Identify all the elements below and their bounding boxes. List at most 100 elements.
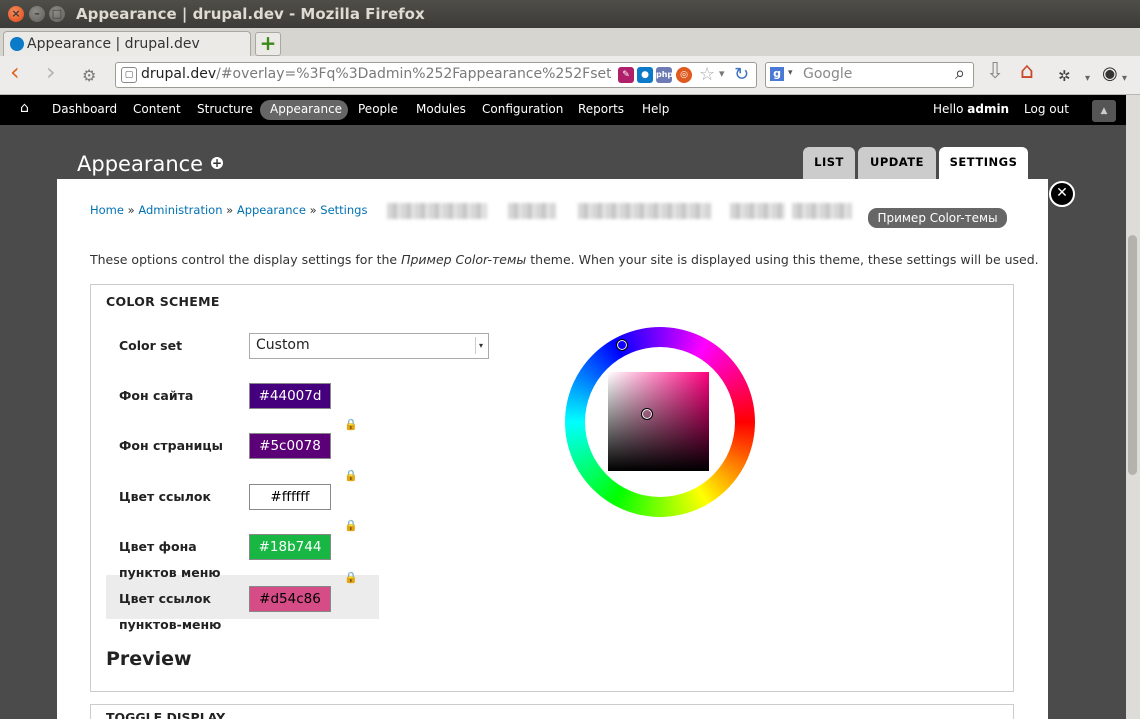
field-label-link-color: Цвет ссылок — [119, 489, 211, 504]
username-link[interactable]: admin — [967, 102, 1009, 116]
toolbar-item-reports[interactable]: Reports — [578, 102, 624, 116]
color-set-label: Color set — [119, 338, 183, 353]
toggle-display-legend: TOGGLE DISPLAY — [106, 710, 226, 719]
toolbar-hello-user: Hello admin — [933, 102, 1009, 116]
window-close-button[interactable]: × — [8, 6, 24, 22]
lock-icon[interactable]: 🔒 — [344, 469, 358, 483]
theme-tab-blurred[interactable] — [730, 203, 785, 219]
theme-tab-blurred[interactable] — [508, 203, 556, 219]
browser-tab-active[interactable]: Appearance | drupal.dev — [3, 31, 251, 57]
settings-description: These options control the display settin… — [90, 252, 1039, 267]
lock-icon[interactable]: 🔒 — [344, 571, 358, 585]
toolbar-item-content[interactable]: Content — [133, 102, 181, 116]
color-scheme-legend: COLOR SCHEME — [106, 294, 220, 309]
description-text: theme. When your site is displayed using… — [526, 252, 1039, 267]
breadcrumb-separator: » — [127, 203, 135, 217]
breadcrumb-appearance[interactable]: Appearance — [237, 203, 306, 217]
lock-icon[interactable]: 🔒 — [344, 519, 358, 533]
site-identity-icon[interactable]: ⚙ — [82, 66, 96, 86]
color-field-site-bg[interactable]: #44007d — [249, 383, 331, 409]
color-field-menu-link[interactable]: #d54c86 — [249, 586, 331, 612]
breadcrumb-home[interactable]: Home — [90, 203, 124, 217]
search-engine-dropdown-icon[interactable]: ▾ — [788, 68, 793, 78]
scrollbar-thumb[interactable] — [1128, 235, 1137, 475]
overlay-close-button[interactable]: ✕ — [1049, 181, 1075, 207]
new-tab-button[interactable]: + — [255, 32, 281, 56]
toolbar-item-modules[interactable]: Modules — [416, 102, 466, 116]
field-label-menu-link: Цвет ссылок пунктов-меню — [119, 591, 222, 632]
color-field-page-bg[interactable]: #5c0078 — [249, 433, 331, 459]
page-viewport: ⌂ Dashboard Content Structure Appearance… — [0, 95, 1126, 719]
drupal-favicon-icon — [10, 37, 24, 51]
color-field-link-color[interactable]: #ffffff — [249, 484, 331, 510]
theme-tab-blurred[interactable] — [387, 203, 487, 219]
theme-tab-blurred[interactable] — [578, 203, 711, 219]
forward-icon[interactable]: › — [46, 60, 56, 84]
window-title: Appearance | drupal.dev - Mozilla Firefo… — [76, 5, 425, 23]
tab-list[interactable]: LIST — [803, 147, 855, 179]
url-input[interactable]: drupal.dev/#overlay=%3Fq%3Dadmin%252Fapp… — [141, 66, 611, 82]
breadcrumb-administration[interactable]: Administration — [138, 203, 222, 217]
toggle-display-fieldset: TOGGLE DISPLAY — [90, 704, 1014, 719]
page-icon: ▢ — [121, 67, 137, 83]
select-arrow-icon: ▾ — [475, 337, 486, 354]
window-maximize-button[interactable]: □ — [49, 6, 65, 22]
browser-tabstrip: Appearance | drupal.dev + — [0, 28, 1140, 57]
breadcrumb: Home » Administration » Appearance » Set… — [90, 203, 367, 217]
php-addon-icon[interactable]: php — [656, 67, 673, 83]
hue-picker-handle[interactable] — [616, 339, 628, 351]
bookmark-star-icon[interactable]: ☆ — [699, 64, 715, 85]
window-titlebar: × – □ Appearance | drupal.dev - Mozilla … — [0, 0, 1140, 28]
toolbar-item-structure[interactable]: Structure — [197, 102, 253, 116]
color-set-select[interactable]: Custom ▾ — [249, 333, 489, 359]
search-bar[interactable]: g ▾ Google ⌕ — [765, 62, 974, 88]
add-shortcut-icon[interactable]: + — [211, 157, 223, 169]
download-icon[interactable]: ⇩ — [986, 61, 1004, 83]
drupal-addon-icon[interactable]: ● — [637, 67, 653, 83]
saturation-value-square[interactable] — [608, 372, 709, 471]
url-bar[interactable]: ▢ drupal.dev/#overlay=%3Fq%3Dadmin%252Fa… — [115, 62, 757, 88]
addon-dropdown-icon[interactable]: ▾ — [1122, 69, 1127, 89]
back-icon[interactable]: ‹ — [10, 60, 20, 84]
tab-settings[interactable]: SETTINGS — [939, 147, 1028, 179]
vertical-scrollbar[interactable] — [1126, 95, 1140, 719]
reload-icon[interactable]: ↻ — [734, 64, 749, 85]
toolbar-home-icon[interactable]: ⌂ — [20, 100, 29, 116]
overlay-content-panel: Home » Administration » Appearance » Set… — [57, 179, 1048, 719]
color-field-menu-bg[interactable]: #18b744 — [249, 534, 331, 560]
toolbar-item-appearance[interactable]: Appearance — [270, 102, 342, 116]
active-theme-tab[interactable]: Пример Color-темы — [868, 208, 1007, 228]
url-history-dropdown-icon[interactable]: ▾ — [719, 67, 725, 80]
sv-picker-handle[interactable] — [641, 408, 653, 420]
shortcuts-toggle-button[interactable]: ▲ — [1092, 100, 1116, 122]
colorpicker-addon-icon[interactable]: ◉ — [1102, 64, 1118, 84]
color-scheme-fieldset: COLOR SCHEME Color set Custom ▾ Фон сайт… — [90, 284, 1014, 692]
breadcrumb-settings[interactable]: Settings — [320, 203, 367, 217]
toolbar-item-configuration[interactable]: Configuration — [482, 102, 563, 116]
feather-addon-icon[interactable]: ✎ — [618, 67, 634, 83]
field-label-menu-bg: Цвет фона пунктов меню — [119, 539, 221, 580]
drupal-admin-toolbar: ⌂ Dashboard Content Structure Appearance… — [0, 95, 1126, 125]
google-engine-icon[interactable]: g — [770, 67, 784, 81]
overlay-page-title: Appearance — [77, 152, 204, 176]
extension-icon[interactable]: ✲ — [1058, 66, 1071, 86]
color-set-value: Custom — [256, 337, 310, 353]
breadcrumb-separator: » — [309, 203, 317, 217]
toolbar-item-people[interactable]: People — [358, 102, 398, 116]
field-label-page-bg: Фон страницы — [119, 438, 223, 453]
window-minimize-button[interactable]: – — [29, 6, 45, 22]
hello-text: Hello — [933, 102, 964, 116]
browser-tab-title: Appearance | drupal.dev — [27, 36, 200, 52]
theme-tab-blurred[interactable] — [792, 203, 852, 219]
tab-update[interactable]: UPDATE — [858, 147, 936, 179]
toolbar-logout-link[interactable]: Log out — [1024, 102, 1069, 116]
search-input[interactable]: Google — [803, 66, 852, 82]
extension-dropdown-icon[interactable]: ▾ — [1085, 69, 1090, 89]
lock-icon[interactable]: 🔒 — [344, 418, 358, 432]
search-magnifier-icon[interactable]: ⌕ — [955, 63, 965, 84]
toolbar-item-dashboard[interactable]: Dashboard — [52, 102, 117, 116]
url-host: drupal.dev — [141, 66, 217, 82]
toolbar-item-help[interactable]: Help — [642, 102, 669, 116]
home-icon[interactable]: ⌂ — [1020, 61, 1034, 83]
ubuntu-addon-icon[interactable]: ◎ — [676, 67, 692, 83]
